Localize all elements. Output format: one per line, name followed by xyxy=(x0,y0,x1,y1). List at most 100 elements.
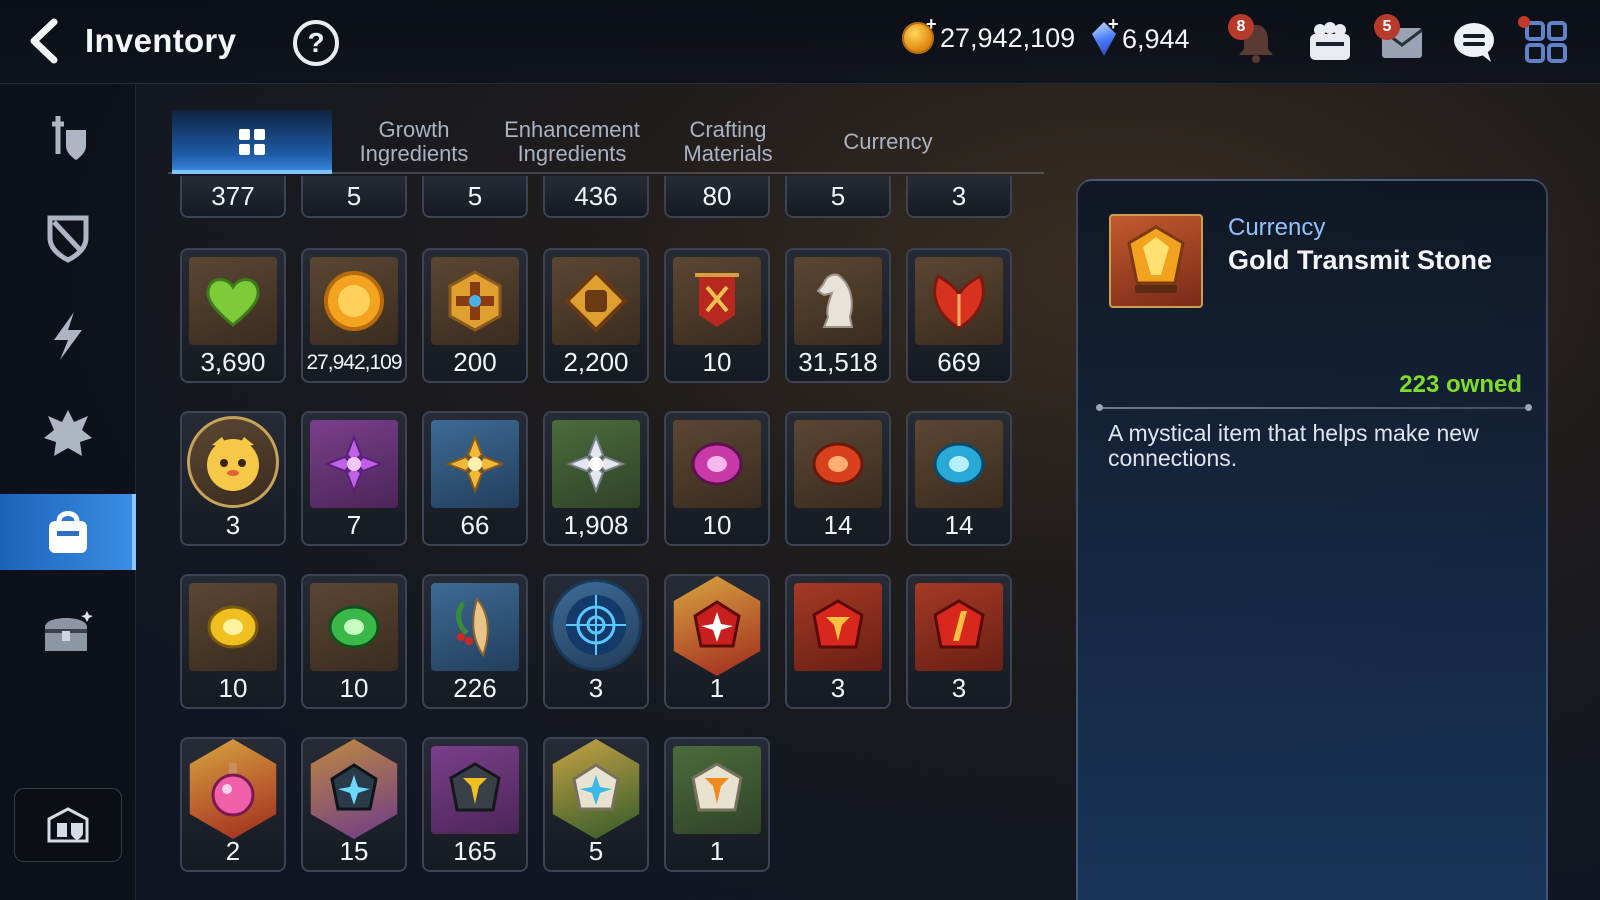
item-quantity: 66 xyxy=(460,510,490,540)
inventory-item[interactable]: 2 xyxy=(180,737,286,872)
item-quantity: 5 xyxy=(830,181,846,211)
item-quantity: 10 xyxy=(339,673,369,703)
inventory-item[interactable]: 1 xyxy=(664,574,770,709)
inventory-item[interactable]: 3 xyxy=(906,176,1012,218)
sidebar-item-emblem[interactable] xyxy=(0,396,136,472)
inventory-item[interactable]: 1,908 xyxy=(543,411,649,546)
inventory-item[interactable]: 7 xyxy=(301,411,407,546)
item-quantity: 10 xyxy=(702,347,732,377)
item-quantity: 200 xyxy=(453,347,497,377)
inventory-item[interactable]: 15 xyxy=(301,737,407,872)
inventory-item[interactable]: 165 xyxy=(422,737,528,872)
back-arrow-icon[interactable] xyxy=(22,16,72,66)
tab-growth-ingredients[interactable]: Growth Ingredients xyxy=(340,110,488,174)
inventory-item[interactable]: 200 xyxy=(422,248,528,383)
inventory-item[interactable]: 10 xyxy=(180,574,286,709)
inventory-item[interactable]: 377 xyxy=(180,176,286,218)
item-name: Gold Transmit Stone xyxy=(1228,245,1493,275)
gold-cross-medal-icon xyxy=(431,257,519,345)
item-owned-count: 223 owned xyxy=(1399,371,1522,398)
sidebar-item-chest[interactable] xyxy=(0,594,136,670)
pink-potion-icon xyxy=(189,739,277,839)
emblem-icon xyxy=(44,410,92,456)
gold-sun-coin-icon xyxy=(310,257,398,345)
gold-display[interactable]: + 27,942,109 xyxy=(902,14,1075,54)
white-transmit-stone-icon xyxy=(673,746,761,834)
storage-button[interactable] xyxy=(14,788,122,862)
chess-knight-icon xyxy=(794,257,882,345)
item-quantity: 377 xyxy=(211,181,255,211)
item-quantity: 80 xyxy=(702,181,732,211)
blue-portal-icon xyxy=(550,579,642,671)
inventory-item[interactable]: 10 xyxy=(301,574,407,709)
inventory-item[interactable]: 10 xyxy=(664,411,770,546)
inventory-item[interactable]: 669 xyxy=(906,248,1012,383)
help-icon[interactable]: ? xyxy=(293,20,339,66)
chest-icon xyxy=(45,611,93,651)
red-rune-gem-icon xyxy=(794,420,882,508)
item-quantity: 1 xyxy=(709,836,725,866)
tab-crafting-materials[interactable]: Crafting Materials xyxy=(658,110,798,174)
war-banner-icon xyxy=(673,257,761,345)
inventory-item[interactable]: 436 xyxy=(543,176,649,218)
inventory-item[interactable]: 80 xyxy=(664,176,770,218)
menu-grid-icon[interactable] xyxy=(1518,14,1574,70)
inventory-item[interactable]: 3 xyxy=(785,574,891,709)
item-quantity: 3 xyxy=(225,510,241,540)
inventory-item[interactable]: 1 xyxy=(664,737,770,872)
item-quantity: 27,942,109 xyxy=(306,351,402,374)
root-herb-icon xyxy=(431,583,519,671)
red-transmit-stone-icon xyxy=(794,583,882,671)
chat-icon[interactable] xyxy=(1446,14,1502,70)
inventory-item[interactable]: 31,518 xyxy=(785,248,891,383)
item-quantity: 3,690 xyxy=(200,347,266,377)
tab-all[interactable] xyxy=(172,110,332,174)
inventory-item[interactable]: 5 xyxy=(422,176,528,218)
tab-enhancement-ingredients[interactable]: Enhancement Ingredients xyxy=(496,110,648,174)
sidebar-item-energy[interactable] xyxy=(0,298,136,374)
inventory-item[interactable]: 3 xyxy=(180,411,286,546)
tab-currency[interactable]: Currency xyxy=(808,110,968,174)
inventory-item[interactable]: 10 xyxy=(664,248,770,383)
crystal-plus: + xyxy=(1108,14,1119,34)
item-quantity: 1,908 xyxy=(563,510,629,540)
inventory-item[interactable]: 66 xyxy=(422,411,528,546)
sidebar xyxy=(0,84,136,900)
inventory-item[interactable]: 3,690 xyxy=(180,248,286,383)
item-detail-panel: Currency Gold Transmit Stone 223 owned A… xyxy=(1076,179,1548,900)
inventory-grid: 377 5 5 436 80 5 3 3,690 27,942,109 200 … xyxy=(168,176,1044,900)
crystal-display[interactable]: + 6,944 xyxy=(1092,14,1190,56)
inventory-item[interactable]: 14 xyxy=(906,411,1012,546)
inventory-item[interactable]: 226 xyxy=(422,574,528,709)
crystal-amount: 6,944 xyxy=(1122,23,1190,54)
purple-rune-gem-icon xyxy=(673,420,761,508)
sidebar-item-artifact[interactable] xyxy=(0,200,136,276)
inventory-item[interactable]: 5 xyxy=(301,176,407,218)
category-tabs: Growth Ingredients Enhancement Ingredien… xyxy=(168,110,1044,174)
inventory-item[interactable]: 5 xyxy=(785,176,891,218)
inventory-item[interactable]: 27,942,109 xyxy=(301,248,407,383)
item-quantity: 5 xyxy=(467,181,483,211)
item-quantity: 2,200 xyxy=(563,347,629,377)
star-stone-gold-frame-icon xyxy=(552,739,640,839)
friends-icon[interactable] xyxy=(1302,14,1358,70)
inventory-item[interactable]: 3 xyxy=(543,574,649,709)
sidebar-item-equipment[interactable] xyxy=(0,100,136,176)
fist-emblem-icon xyxy=(552,257,640,345)
bell-icon[interactable]: 8 xyxy=(1228,14,1284,70)
inventory-item[interactable]: 3 xyxy=(906,574,1012,709)
inventory-item[interactable]: 5 xyxy=(543,737,649,872)
storage-icon xyxy=(47,807,89,843)
item-quantity: 7 xyxy=(346,510,362,540)
mail-icon[interactable]: 5 xyxy=(1374,14,1430,70)
item-quantity: 10 xyxy=(702,510,732,540)
top-bar: Inventory ? + 27,942,109 + 6,944 8 5 xyxy=(0,0,1600,84)
sidebar-item-bag[interactable] xyxy=(0,494,136,570)
item-quantity: 10 xyxy=(218,673,248,703)
red-leaf-icon xyxy=(915,257,1003,345)
inventory-item[interactable]: 2,200 xyxy=(543,248,649,383)
green-heart-icon xyxy=(189,257,277,345)
item-quantity: 31,518 xyxy=(798,347,878,377)
item-quantity: 5 xyxy=(346,181,362,211)
inventory-item[interactable]: 14 xyxy=(785,411,891,546)
